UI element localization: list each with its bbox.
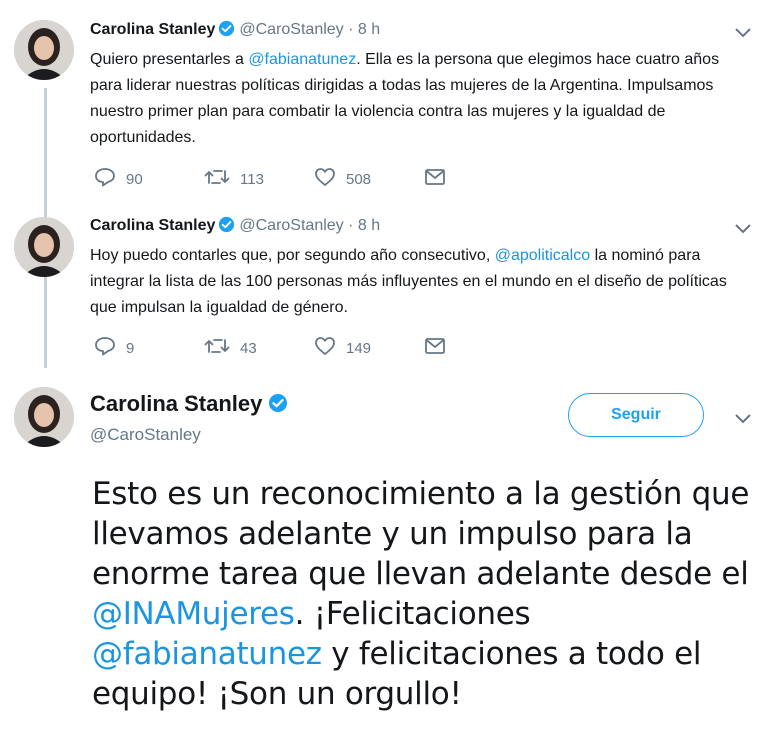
envelope-icon — [424, 168, 456, 190]
retweet-icon — [204, 168, 240, 190]
verified-badge-icon — [268, 393, 288, 419]
reply-count: 90 — [126, 170, 143, 188]
heart-icon — [314, 336, 346, 360]
timestamp[interactable]: 8 h — [358, 21, 380, 38]
dm-button[interactable] — [424, 337, 456, 359]
main-tweet-text: Esto es un reconocimiento a la gestión q… — [92, 476, 750, 712]
heart-icon — [314, 167, 346, 191]
reply-button[interactable]: 90 — [94, 167, 204, 191]
mention-link[interactable]: @INAMujeres — [92, 596, 295, 632]
follow-button[interactable]: Seguir — [568, 393, 704, 437]
avatar[interactable] — [14, 217, 74, 277]
main-tweet-author: Carolina Stanley @CaroStanley — [90, 391, 292, 445]
tweet-actions: 9 43 149 — [94, 336, 456, 360]
author-handle[interactable]: @CaroStanley — [239, 217, 343, 234]
tweet-text: Quiero presentarles a @fabianatunez. Ell… — [90, 51, 720, 146]
separator: · — [348, 21, 354, 38]
chevron-down-icon[interactable] — [734, 222, 752, 234]
retweet-count: 113 — [240, 170, 264, 188]
tweet-header: Carolina Stanley @CaroStanley · 8 h — [90, 216, 750, 239]
retweet-button[interactable]: 43 — [204, 337, 314, 359]
reply-button[interactable]: 9 — [94, 336, 204, 360]
author-name[interactable]: Carolina Stanley — [90, 391, 262, 416]
verified-badge-icon — [218, 216, 235, 239]
tweet[interactable]: Carolina Stanley @CaroStanley · 8 h Hoy p… — [90, 216, 750, 321]
mention-link[interactable]: @fabianatunez — [92, 636, 322, 672]
reply-count: 9 — [126, 339, 135, 357]
tweet-actions: 90 113 508 — [94, 167, 456, 191]
reply-icon — [94, 336, 126, 360]
retweet-button[interactable]: 113 — [204, 168, 314, 190]
verified-badge-icon — [218, 20, 235, 43]
mention-link[interactable]: @fabianatunez — [248, 51, 356, 68]
avatar[interactable] — [14, 20, 74, 80]
tweet-header: Carolina Stanley @CaroStanley · 8 h — [90, 20, 750, 43]
chevron-down-icon[interactable] — [734, 412, 752, 424]
like-button[interactable]: 508 — [314, 167, 424, 191]
retweet-icon — [204, 337, 240, 359]
author-handle[interactable]: @CaroStanley — [239, 21, 343, 38]
like-count: 149 — [346, 339, 372, 357]
author-name-row: Carolina Stanley — [90, 391, 292, 419]
avatar[interactable] — [14, 387, 74, 447]
chevron-down-icon[interactable] — [734, 26, 752, 38]
author-name[interactable]: Carolina Stanley — [90, 21, 215, 38]
mention-link[interactable]: @apoliticalco — [495, 247, 590, 264]
separator: · — [348, 217, 354, 234]
like-count: 508 — [346, 170, 372, 188]
tweet-text: Hoy puedo contarles que, por segundo año… — [90, 247, 727, 316]
envelope-icon — [424, 337, 456, 359]
like-button[interactable]: 149 — [314, 336, 424, 360]
timestamp[interactable]: 8 h — [358, 217, 380, 234]
dm-button[interactable] — [424, 168, 456, 190]
tweet[interactable]: Carolina Stanley @CaroStanley · 8 h Quier… — [90, 20, 750, 151]
retweet-count: 43 — [240, 339, 257, 357]
reply-icon — [94, 167, 126, 191]
author-name[interactable]: Carolina Stanley — [90, 217, 215, 234]
author-handle[interactable]: @CaroStanley — [90, 425, 292, 445]
